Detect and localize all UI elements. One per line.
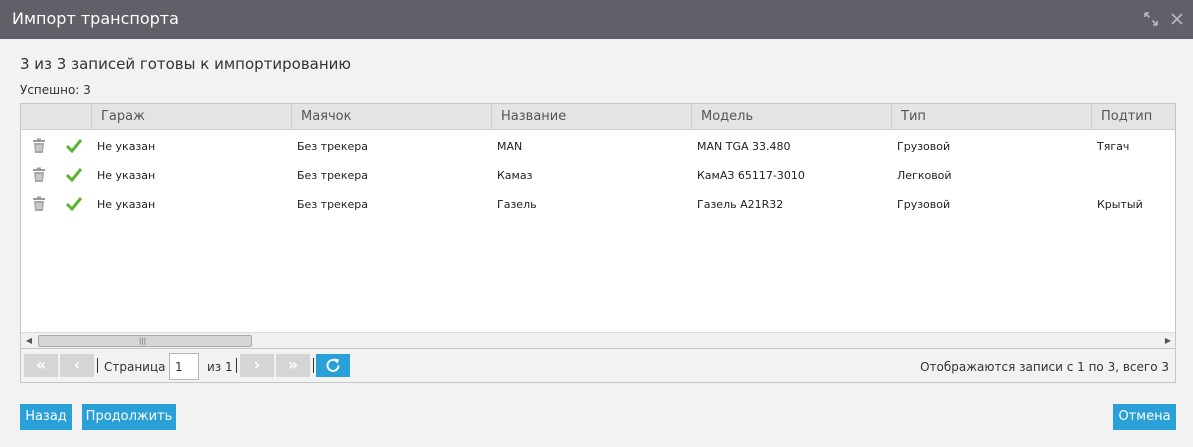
page-label: Страница (104, 360, 166, 374)
success-count: Успешно: 3 (20, 83, 91, 97)
table-row: Не указан Без трекера MAN MAN TGA 33.480… (21, 131, 1175, 160)
header-name[interactable]: Название (491, 104, 691, 130)
refresh-icon (326, 358, 340, 372)
check-icon (66, 139, 82, 153)
page-count-label: из 1 (207, 360, 233, 374)
header-subtype[interactable]: Подтип (1091, 104, 1175, 130)
pager-separator (236, 358, 237, 373)
pager-separator (97, 358, 98, 373)
expand-icon[interactable] (1143, 11, 1159, 27)
cell-type: Грузовой (897, 198, 951, 211)
cell-name: Камаз (497, 169, 533, 182)
first-page-icon[interactable]: « (24, 354, 58, 377)
pagination-bar: « ‹ Страница из 1 › » Отображаются запис… (20, 349, 1176, 383)
back-button[interactable]: Назад (20, 404, 72, 430)
cell-type: Грузовой (897, 140, 951, 153)
close-icon[interactable] (1169, 11, 1185, 27)
header-tracker[interactable]: Маячок (291, 104, 491, 130)
trash-icon[interactable] (31, 138, 47, 154)
cell-type: Легковой (897, 169, 952, 182)
horizontal-scrollbar[interactable]: ◀ ||| ▶ (21, 332, 1175, 348)
cell-name: Газель (497, 198, 537, 211)
header-type[interactable]: Тип (891, 104, 1091, 130)
trash-icon[interactable] (31, 167, 47, 183)
pager-separator (313, 358, 314, 373)
cell-garage: Не указан (97, 140, 156, 153)
cell-name: MAN (497, 140, 523, 153)
table-row: Не указан Без трекера Камаз КамАЗ 65117-… (21, 160, 1175, 189)
cell-subtype: Крытый (1097, 198, 1143, 211)
refresh-button[interactable] (316, 354, 350, 377)
window-title: Импорт транспорта (12, 9, 179, 28)
import-grid: Гараж Маячок Название Модель Тип Подтип … (20, 103, 1176, 349)
records-info: Отображаются записи с 1 по 3, всего 3 (920, 360, 1169, 374)
import-summary-heading: 3 из 3 записей готовы к импортированию (20, 55, 352, 73)
cell-tracker: Без трекера (297, 169, 368, 182)
cell-subtype: Тягач (1097, 140, 1130, 153)
header-garage[interactable]: Гараж (91, 104, 291, 130)
header-model[interactable]: Модель (691, 104, 891, 130)
cancel-button[interactable]: Отмена (1113, 404, 1176, 430)
window-titlebar: Импорт транспорта (0, 0, 1193, 39)
cell-garage: Не указан (97, 198, 156, 211)
cell-model: КамАЗ 65117-3010 (697, 169, 805, 182)
continue-button[interactable]: Продолжить (82, 404, 176, 430)
cell-garage: Не указан (97, 169, 156, 182)
table-row: Не указан Без трекера Газель Газель A21R… (21, 189, 1175, 218)
cell-subtype (1091, 160, 1175, 189)
check-icon (66, 197, 82, 211)
grid-header: Гараж Маячок Название Модель Тип Подтип (21, 104, 1175, 130)
check-icon (66, 168, 82, 182)
cell-model: Газель A21R32 (697, 198, 784, 211)
cell-tracker: Без трекера (297, 198, 368, 211)
prev-page-icon[interactable]: ‹ (60, 354, 94, 377)
cell-model: MAN TGA 33.480 (697, 140, 791, 153)
cell-tracker: Без трекера (297, 140, 368, 153)
scrollbar-thumb[interactable]: ||| (38, 335, 252, 347)
trash-icon[interactable] (31, 196, 47, 212)
page-number-input[interactable] (169, 353, 199, 380)
scroll-right-icon[interactable]: ▶ (1163, 336, 1173, 346)
header-actions (21, 104, 91, 130)
next-page-icon[interactable]: › (240, 354, 274, 377)
scroll-left-icon[interactable]: ◀ (24, 336, 34, 346)
last-page-icon[interactable]: » (276, 354, 310, 377)
